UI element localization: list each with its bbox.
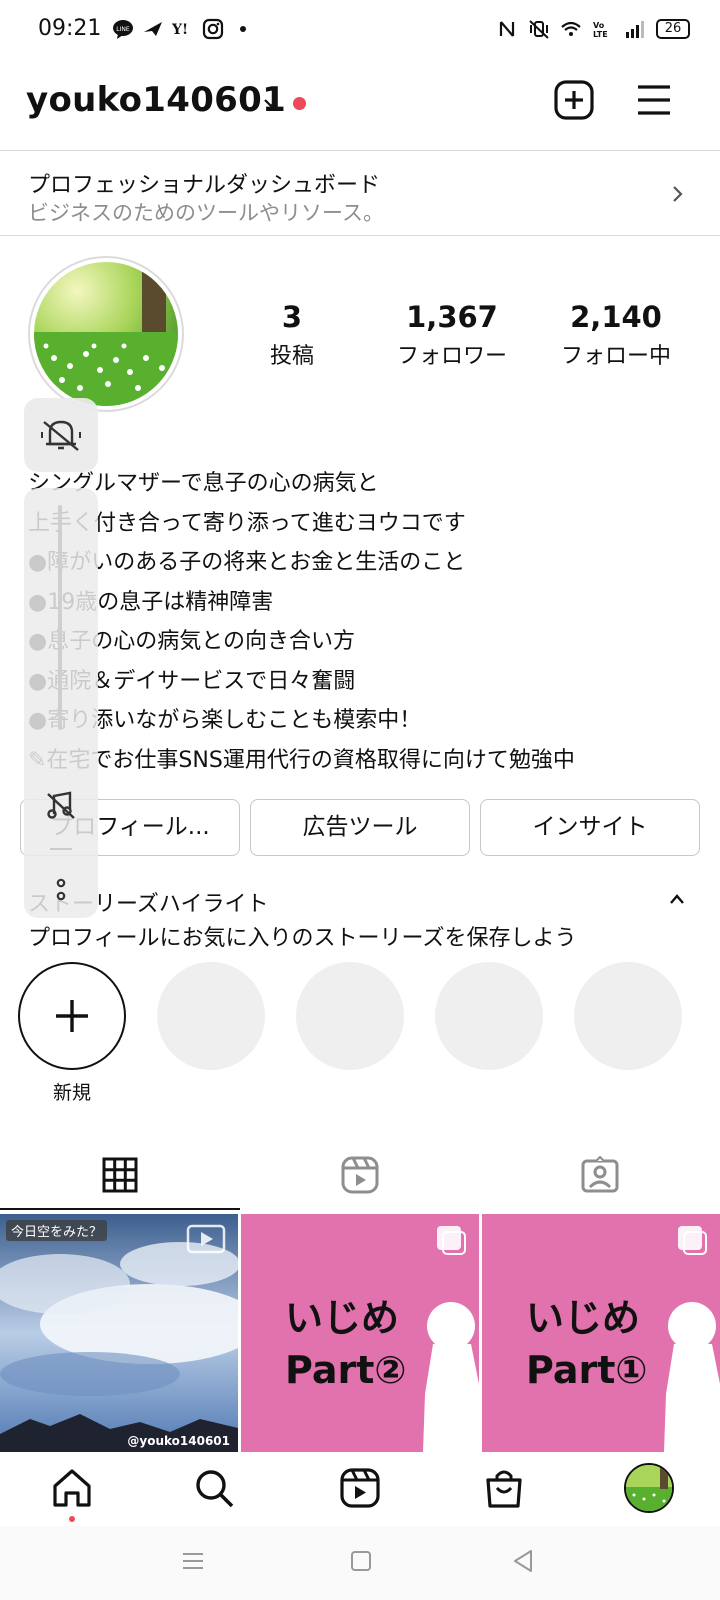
posts-label: 投稿 — [269, 344, 314, 369]
grid-icon — [102, 1157, 138, 1193]
yahoo-icon: Y! — [172, 22, 188, 38]
svg-text:Y!: Y! — [172, 22, 188, 38]
system-icons: Vo LTE 26 — [496, 18, 690, 40]
tab-tagged[interactable] — [480, 1140, 720, 1210]
instagram-icon — [202, 18, 224, 40]
posts-stat[interactable]: 3 投稿 — [262, 300, 322, 370]
panel-divider — [50, 848, 72, 850]
followers-stat[interactable]: 1,367 フォロワー — [388, 300, 516, 370]
notification-icons: LINE Y! — [112, 18, 254, 40]
ad-tools-button[interactable]: 広告ツール — [250, 799, 470, 856]
post-title: いじめ Part② — [285, 1292, 407, 1396]
svg-text:Vo: Vo — [593, 21, 605, 30]
new-highlight-label: 新規 — [52, 1082, 91, 1104]
profile-header: youko140601 — [0, 62, 720, 148]
bio-line: ●障がいのある子の将来とお金と生活のこと — [28, 550, 466, 575]
menu-icon[interactable] — [632, 78, 676, 122]
chevron-up-icon[interactable] — [668, 892, 686, 906]
status-bar: 09:21 LINE Y! Vo LTE 26 — [0, 0, 720, 62]
media-mute-icon[interactable] — [44, 788, 78, 822]
following-stat[interactable]: 2,140 フォロー中 — [556, 300, 676, 370]
recents-icon[interactable] — [180, 1548, 206, 1574]
chevron-right-icon — [673, 186, 683, 202]
active-tab-indicator — [0, 1208, 240, 1210]
post-title-line: Part① — [526, 1348, 648, 1392]
notification-dot — [293, 97, 306, 110]
posts-count: 3 — [281, 300, 303, 334]
wifi-icon — [561, 21, 581, 36]
line-app-icon: LINE — [113, 20, 133, 39]
back-triangle-icon[interactable] — [510, 1548, 536, 1574]
reels-nav-icon[interactable] — [338, 1466, 382, 1510]
more-notifications-dot-icon — [240, 26, 246, 32]
mini-meadow-photo — [626, 1465, 672, 1511]
create-post-icon[interactable] — [552, 78, 596, 122]
insights-button[interactable]: インサイト — [480, 799, 700, 856]
vibrate-mute-icon — [529, 20, 549, 39]
more-options-icon[interactable] — [48, 876, 74, 906]
post-tile-sky[interactable]: 今日空をみた？ @youko140601 — [0, 1214, 238, 1452]
post-title-line: Part② — [285, 1348, 407, 1392]
post-tile-ijime-1[interactable]: いじめ Part① — [482, 1214, 720, 1452]
followers-label: フォロワー — [396, 344, 507, 369]
highlight-placeholder — [157, 962, 265, 1070]
volume-slider[interactable] — [58, 505, 62, 730]
profile-avatar[interactable] — [28, 256, 184, 412]
following-label: フォロー中 — [560, 344, 671, 369]
bottom-navigation — [0, 1452, 720, 1526]
highlight-placeholder — [296, 962, 404, 1070]
dashboard-subtitle: ビジネスのためのツールやリソース。 — [28, 201, 384, 225]
sky-photo — [0, 1214, 238, 1452]
svg-text:LINE: LINE — [116, 26, 130, 33]
svg-text:LTE: LTE — [593, 30, 608, 39]
plus-icon — [56, 1000, 88, 1032]
post-tile-ijime-2[interactable]: いじめ Part② — [241, 1214, 479, 1452]
meadow-photo — [34, 262, 178, 406]
signal-icon — [626, 21, 644, 38]
tab-reels[interactable] — [240, 1140, 480, 1210]
mail-app-icon — [144, 22, 162, 36]
volte-icon: VoLTE — [593, 21, 608, 39]
system-navigation-bar — [0, 1526, 720, 1600]
status-time: 09:21 — [38, 16, 102, 41]
reels-icon — [341, 1156, 379, 1194]
following-count: 2,140 — [570, 300, 662, 334]
bio-line: ●通院＆デイサービスで日々奮闘 — [28, 668, 356, 694]
dashboard-title: プロフェッショナルダッシュボード — [28, 173, 381, 198]
post-title: いじめ Part① — [526, 1292, 648, 1396]
bio-line: ●19歳の息子は精神障害 — [28, 589, 274, 615]
battery-icon: 26 — [656, 19, 690, 39]
bio-line: ✎在宅でお仕事SNS運用代行の資格取得に向けて勉強中 — [28, 747, 575, 773]
bio-line: 上手く付き合って寄り添って進むヨウコです — [28, 510, 466, 536]
bell-mute-icon — [41, 420, 81, 451]
professional-dashboard-row[interactable]: プロフェッショナルダッシュボード ビジネスのためのツールやリソース。 — [0, 150, 720, 236]
highlight-placeholder — [574, 962, 682, 1070]
new-highlight-button[interactable] — [18, 962, 126, 1070]
followers-count: 1,367 — [406, 300, 498, 334]
home-notification-dot — [69, 1516, 75, 1522]
ring-mute-toggle[interactable] — [24, 398, 98, 472]
profile-nav-avatar[interactable] — [624, 1463, 674, 1513]
bio-line: ●息子の心の病気との向き合い方 — [28, 629, 355, 654]
shop-icon[interactable] — [482, 1466, 526, 1510]
tagged-person-icon — [581, 1156, 619, 1193]
chevron-down-icon[interactable] — [262, 94, 280, 112]
bio-line: シングルマザーで息子の心の病気と — [28, 471, 379, 496]
post-caption-tag: 今日空をみた？ — [6, 1220, 108, 1241]
tab-grid[interactable] — [0, 1140, 240, 1210]
avatar-image — [34, 262, 178, 406]
post-title-line: いじめ — [526, 1296, 641, 1340]
bio-line: ●寄り添いながら楽しむことも模索中！ — [28, 708, 422, 733]
search-icon[interactable] — [192, 1466, 236, 1510]
home-square-icon[interactable] — [348, 1548, 374, 1574]
post-watermark: @youko140601 — [127, 1434, 230, 1448]
highlight-placeholder — [435, 962, 543, 1070]
username-switcher[interactable]: youko140601 — [26, 80, 286, 120]
highlights-subtitle: プロフィールにお気に入りのストーリーズを保存しよう — [28, 926, 577, 951]
profile-bio: シングルマザーで息子の心の病気と 上手く付き合って寄り添って進むヨウコです ●障… — [28, 464, 575, 780]
nfc-icon — [499, 21, 515, 37]
post-title-line: いじめ — [285, 1296, 400, 1340]
home-icon[interactable] — [50, 1466, 94, 1510]
